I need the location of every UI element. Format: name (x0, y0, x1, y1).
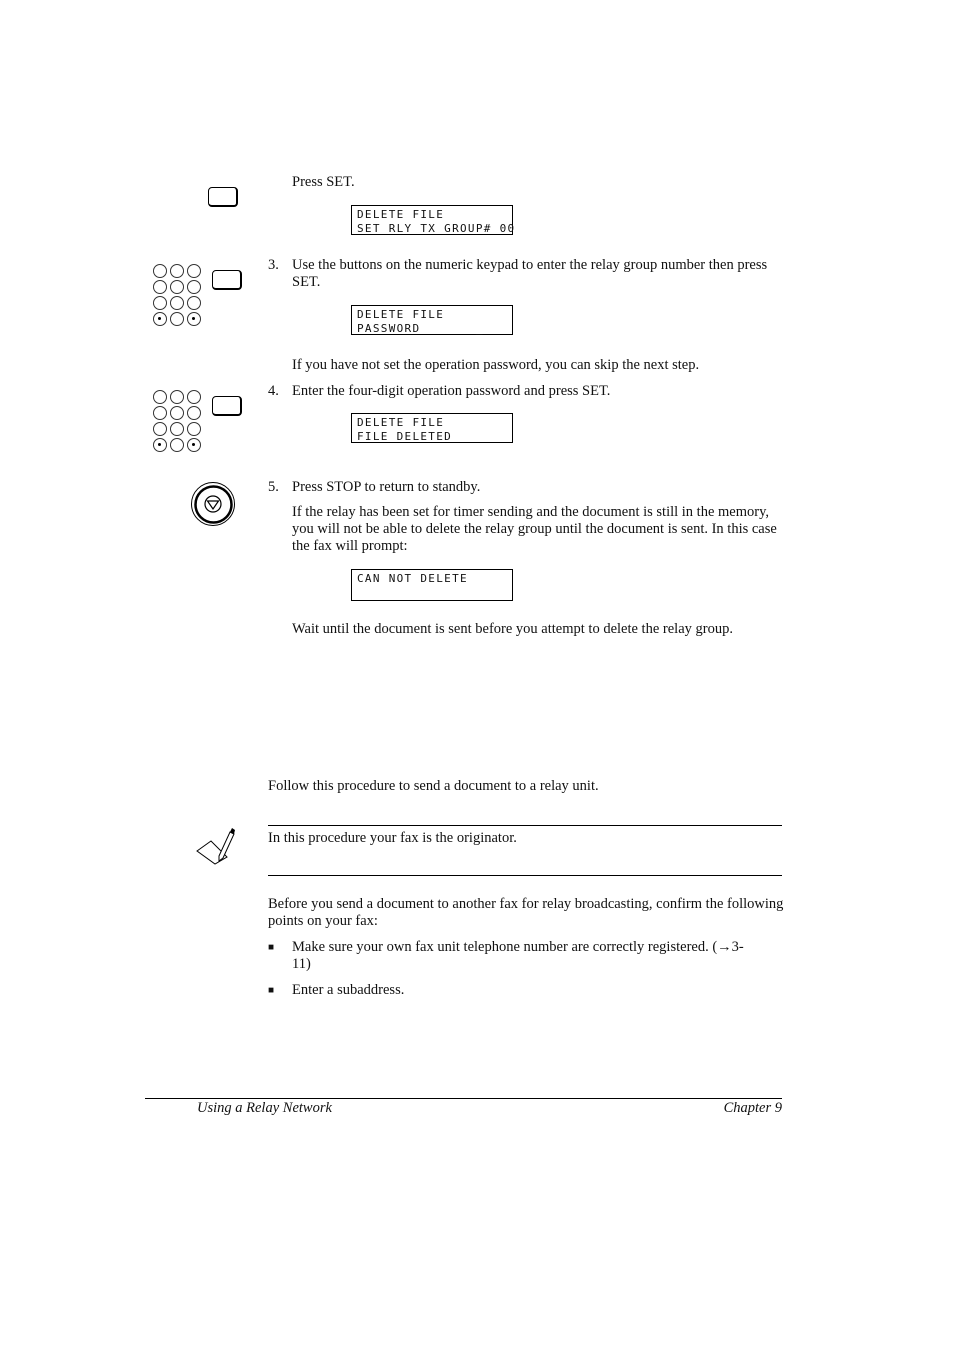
step-number: 4. (268, 383, 279, 399)
footer-rule (145, 1098, 782, 1099)
keypad-button-icon (170, 264, 184, 278)
note-top-rule (268, 825, 782, 826)
lcd-line: SET RLY TX GROUP# 00 (357, 221, 516, 235)
lcd-line: DELETE FILE (357, 208, 445, 221)
keypad-button-icon (170, 390, 184, 404)
keypad-button-icon (153, 390, 167, 404)
keypad-button-icon (187, 390, 201, 404)
intro-text: Follow this procedure to send a document… (268, 778, 599, 794)
lcd-line: PASSWORD _ (357, 321, 484, 335)
set-key-icon (212, 270, 242, 290)
lcd-line: DELETE FILE (357, 308, 445, 321)
bullet-icon: ■ (268, 985, 275, 996)
timer-note: If the relay has been set for timer send… (292, 504, 777, 554)
note-text: In this procedure your fax is the origin… (268, 830, 517, 846)
note-pencil-icon (196, 828, 235, 865)
bullet-icon: ■ (268, 942, 275, 953)
wait-note: Wait until the document is sent before y… (292, 621, 733, 637)
keypad-button-icon (170, 438, 184, 452)
keypad-button-icon (187, 264, 201, 278)
keypad-button-icon (187, 280, 201, 294)
keypad-button-icon (153, 296, 167, 310)
note-bottom-rule (268, 875, 782, 876)
numeric-keypad-icon (153, 264, 205, 332)
keypad-button-icon (187, 406, 201, 420)
keypad-button-icon (153, 280, 167, 294)
keypad-button-icon (153, 438, 167, 452)
skip-note: If you have not set the operation passwo… (292, 357, 700, 373)
press-set-text: Press SET. (292, 174, 355, 190)
lcd-display-1: DELETE FILE SET RLY TX GROUP# 00 (351, 205, 516, 235)
footer-section-title: Using a Relay Network (197, 1100, 332, 1116)
set-key-icon (212, 396, 242, 416)
stop-key-icon (191, 482, 235, 526)
keypad-button-icon (187, 422, 201, 436)
step-3-text: Use the buttons on the numeric keypad to… (292, 257, 768, 290)
keypad-button-icon (170, 312, 184, 326)
step-4-text: Enter the four-digit operation password … (292, 383, 611, 399)
numeric-keypad-icon (153, 390, 205, 458)
set-key-icon (208, 187, 238, 207)
lcd-line: DELETE FILE (357, 416, 445, 429)
lcd-line: FILE DELETED (357, 429, 453, 443)
step-number: 3. (268, 257, 279, 273)
bullet-item: Enter a subaddress. (292, 982, 405, 998)
footer-chapter: Chapter 9 (723, 1100, 782, 1116)
lcd-line: CAN NOT DELETE (357, 572, 468, 585)
keypad-button-icon (153, 312, 167, 326)
lcd-display-2: DELETE FILE PASSWORD _ (351, 305, 513, 335)
keypad-button-icon (170, 406, 184, 420)
keypad-button-icon (187, 296, 201, 310)
keypad-button-icon (170, 280, 184, 294)
keypad-button-icon (153, 422, 167, 436)
step-number: 5. (268, 479, 279, 495)
keypad-button-icon (170, 422, 184, 436)
keypad-button-icon (153, 406, 167, 420)
keypad-button-icon (170, 296, 184, 310)
lcd-display-3: DELETE FILE FILE DELETED (351, 413, 513, 443)
bullet-item: Make sure your own fax unit telephone nu… (292, 939, 744, 972)
step-5-text: Press STOP to return to standby. (292, 479, 481, 495)
lcd-display-4: CAN NOT DELETE (351, 569, 513, 601)
document-page: Press SET. DELETE FILE SET RLY TX GROUP# … (0, 0, 954, 1351)
keypad-button-icon (187, 438, 201, 452)
keypad-button-icon (187, 312, 201, 326)
keypad-button-icon (153, 264, 167, 278)
before-text: Before you send a document to another fa… (268, 896, 784, 929)
